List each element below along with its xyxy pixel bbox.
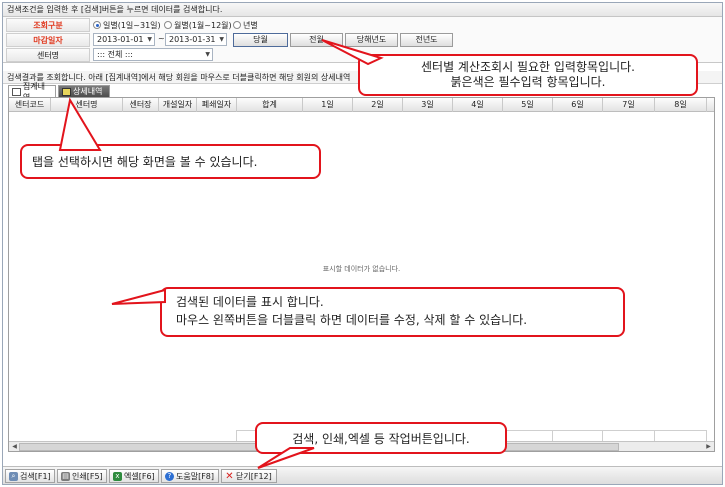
input-callout-pointer: [321, 39, 384, 66]
tab-callout-pointer: [58, 97, 102, 151]
data-callout-pointer: [111, 288, 166, 305]
toolbar-callout-pointer: [257, 447, 315, 469]
callout-pointers: [58, 39, 384, 469]
